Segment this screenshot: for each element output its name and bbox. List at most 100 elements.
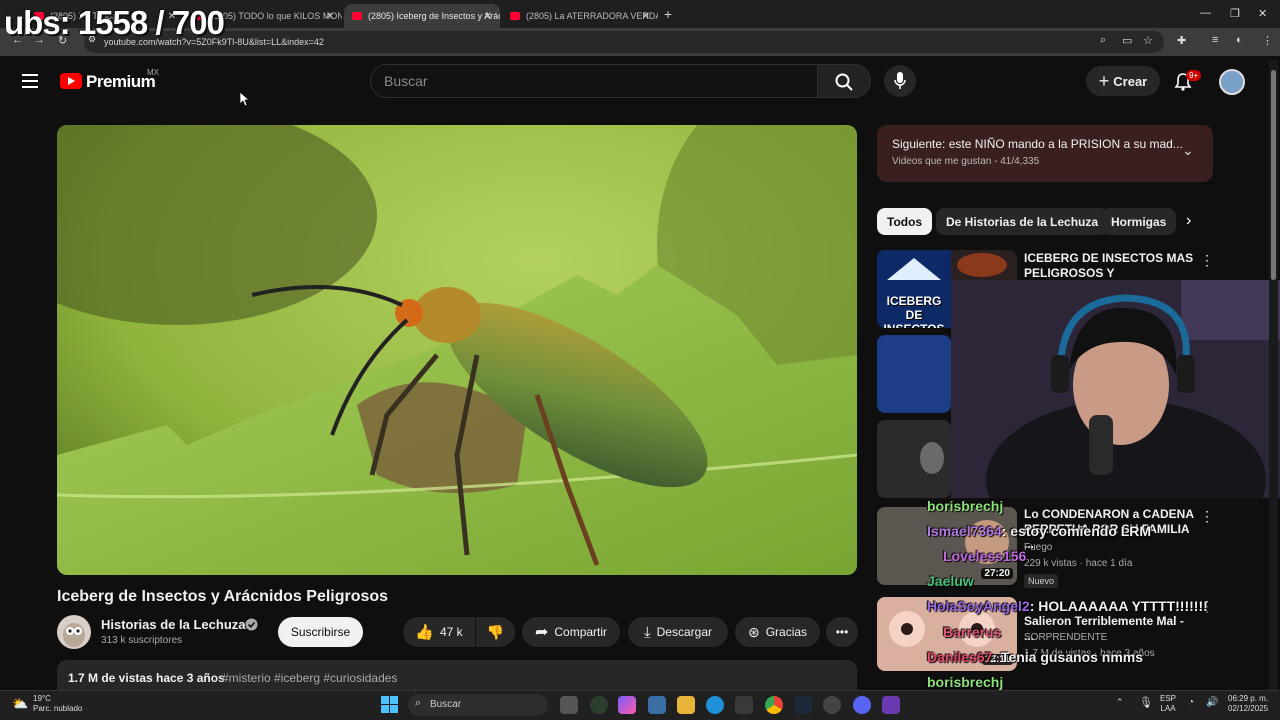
zoom-icon[interactable]: ⌕: [1100, 34, 1106, 47]
edge-icon[interactable]: [706, 696, 724, 714]
more-options-icon[interactable]: ⋮: [1200, 252, 1214, 269]
hashtags[interactable]: #misterio #iceberg #curiosidades: [222, 671, 397, 685]
chevron-right-icon[interactable]: ›: [1186, 212, 1191, 230]
windows-start-icon[interactable]: [381, 696, 398, 713]
playlist-next-panel[interactable]: [877, 125, 1213, 182]
download-button[interactable]: ⤓ Descargar: [628, 617, 728, 647]
chat-username: Barrerus: [943, 624, 1002, 640]
obs-icon[interactable]: [823, 696, 841, 714]
extensions-icon[interactable]: ✚: [1177, 34, 1186, 47]
search-input[interactable]: [370, 64, 818, 98]
channel-avatar[interactable]: [57, 615, 91, 649]
thumbnail-text: ICEBERG DE INSECTOS: [883, 294, 944, 328]
channel-name[interactable]: Historias de la Lechuza: [101, 617, 246, 632]
dislike-button[interactable]: 👎: [476, 617, 515, 647]
voice-search-button[interactable]: [884, 65, 916, 97]
more-actions-button[interactable]: •••: [826, 617, 858, 647]
system-clock[interactable]: 06:29 p. m. 02/12/2025: [1228, 694, 1268, 714]
chat-message: Ismael7364: estoy comiendo LRM: [927, 523, 1151, 539]
related-channel[interactable]: Fuego: [1024, 542, 1052, 553]
related-thumbnail[interactable]: [877, 335, 951, 413]
streamer-webcam-overlay: [951, 280, 1280, 498]
page-scrollbar[interactable]: [1269, 60, 1278, 690]
related-thumbnail[interactable]: [877, 420, 951, 498]
lang-code: ESP: [1160, 694, 1177, 703]
region-label: MX: [147, 68, 159, 77]
share-button[interactable]: ➦ Compartir: [522, 617, 620, 647]
store-icon[interactable]: [648, 696, 666, 714]
like-count: 47 k: [440, 625, 463, 639]
chip-todos[interactable]: Todos: [877, 208, 933, 235]
views-and-age: 1.7 M de vistas hace 3 años: [68, 671, 225, 685]
youtube-logo-icon[interactable]: [60, 73, 82, 89]
owl-logo-icon: [63, 623, 85, 647]
close-window-icon[interactable]: ✕: [1258, 7, 1267, 20]
media-icon[interactable]: ≡: [1212, 34, 1218, 46]
verified-badge-icon: [245, 618, 258, 631]
share-arrow-icon: ➦: [534, 624, 549, 641]
chat-text: : Tenia gusanos nmms: [992, 649, 1144, 665]
copilot-icon[interactable]: [618, 696, 636, 714]
hamburger-menu-icon[interactable]: [22, 74, 38, 88]
terminal-icon[interactable]: [735, 696, 753, 714]
download-label: Descargar: [656, 625, 712, 639]
taskbar-search[interactable]: Buscar: [408, 694, 548, 716]
create-button[interactable]: + Crear: [1086, 66, 1160, 96]
subscribe-button[interactable]: Suscribirse: [278, 617, 363, 647]
chat-username: Daniles67: [927, 649, 993, 665]
maximize-icon[interactable]: ❐: [1230, 7, 1240, 20]
close-tab-icon[interactable]: ✕: [326, 11, 334, 22]
scrollbar-thumb[interactable]: [1271, 70, 1276, 280]
chat-message: Barrerus: [943, 624, 1001, 640]
app-icon[interactable]: [882, 696, 900, 714]
browser-tab-active[interactable]: (2805) Iceberg de Insectos y Arácnidos✕: [344, 4, 500, 28]
wifi-icon[interactable]: ◔: [1188, 697, 1194, 708]
chevron-up-icon[interactable]: ⌃: [1116, 697, 1124, 708]
chat-message: Jaeluw: [927, 573, 974, 589]
thumbs-up-icon: 👍: [415, 624, 434, 641]
new-tab-icon[interactable]: +: [664, 6, 672, 22]
streamer-figure: [951, 280, 1280, 498]
chat-message: HolaSoyAngel2: HOLAAAAAA YTTTT!!!!!!!: [927, 598, 1208, 614]
browser-tab[interactable]: (2805) La ATERRADORA VERDAD ✕: [502, 4, 658, 28]
steam-icon[interactable]: [794, 696, 812, 714]
app-icon[interactable]: [590, 696, 608, 714]
chat-username: Loveless156: [943, 548, 1027, 564]
bookmark-star-icon[interactable]: ☆: [1143, 34, 1153, 47]
close-tab-icon[interactable]: ✕: [484, 11, 492, 22]
volume-icon[interactable]: 🔊: [1206, 697, 1218, 708]
microphone-icon[interactable]: 🎙: [1139, 696, 1153, 709]
profile-icon[interactable]: ◐: [1236, 34, 1243, 46]
chip-hormigas[interactable]: Hormigas: [1101, 208, 1177, 235]
language-indicator[interactable]: ESP LAA: [1160, 694, 1176, 714]
user-avatar[interactable]: [1219, 69, 1245, 95]
weather-widget[interactable]: 19°C Parc. nublado: [33, 694, 82, 714]
more-options-icon[interactable]: ⋮: [1200, 508, 1214, 525]
close-tab-icon[interactable]: ✕: [642, 11, 650, 22]
chat-username: borisbrechj: [927, 498, 1004, 514]
chip-channel[interactable]: De Historias de la Lechuza: [936, 208, 1109, 235]
chrome-icon[interactable]: [765, 696, 783, 714]
like-button[interactable]: 👍 47 k: [403, 617, 475, 647]
search-placeholder: Buscar: [384, 73, 428, 89]
tab-label: (2805) TODO lo que KILOS MONS: [210, 11, 342, 21]
thumbs-down-icon: 👎: [486, 623, 505, 640]
chevron-down-icon[interactable]: ⌄: [1182, 142, 1194, 159]
thanks-button[interactable]: ⊛ Gracias: [735, 617, 820, 647]
task-view-icon[interactable]: [560, 696, 578, 714]
menu-dots-icon[interactable]: ⋮: [1262, 34, 1273, 47]
new-badge: Nuevo: [1024, 574, 1059, 588]
install-icon[interactable]: ▭: [1122, 34, 1132, 47]
discord-icon[interactable]: [853, 696, 871, 714]
tab-label: (2805) La ATERRADORA VERDAD: [526, 11, 658, 21]
chat-text: : estoy comiendo LRM: [1001, 523, 1152, 539]
search-icon: ⌕: [415, 697, 422, 709]
file-explorer-icon[interactable]: [677, 696, 695, 714]
minimize-icon[interactable]: —: [1200, 7, 1211, 19]
video-duration: 27:20: [981, 568, 1013, 579]
search-button[interactable]: [817, 64, 871, 98]
notification-count-badge: 9+: [1186, 70, 1202, 81]
chat-username: borisbrechj: [927, 674, 1004, 690]
related-channel[interactable]: SORPRENDENTE: [1024, 632, 1107, 643]
video-player[interactable]: [57, 125, 857, 575]
